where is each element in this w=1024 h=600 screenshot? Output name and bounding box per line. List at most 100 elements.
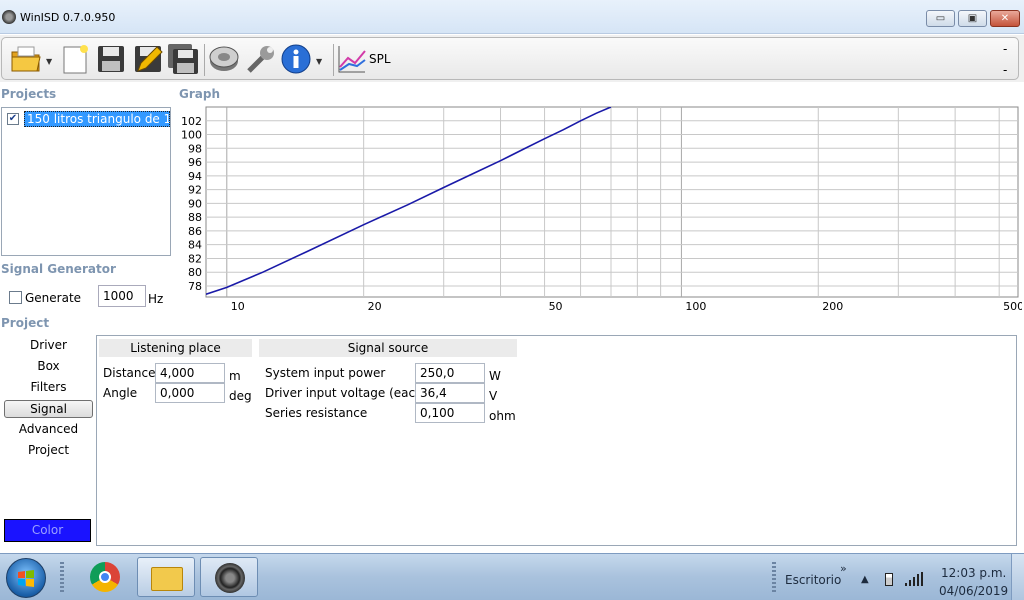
spl-graph-icon[interactable] bbox=[336, 43, 368, 75]
window-title: WinISD 0.7.0.950 bbox=[20, 11, 116, 24]
driver-icon[interactable] bbox=[208, 43, 240, 75]
taskbar: Escritorio » ▲ 12:03 p.m. 04/06/2019 bbox=[0, 553, 1024, 600]
close-button[interactable]: ✕ bbox=[990, 10, 1020, 27]
nav-box[interactable]: Box bbox=[4, 358, 93, 376]
open-dropdown-arrow-icon[interactable]: ▼ bbox=[46, 57, 52, 66]
generate-checkbox[interactable] bbox=[9, 291, 22, 304]
chrome-icon bbox=[90, 562, 120, 592]
power-input[interactable]: 250,0 bbox=[415, 363, 485, 383]
battery-icon[interactable] bbox=[885, 573, 893, 586]
angle-input[interactable]: 0,000 bbox=[155, 383, 225, 403]
clock-time[interactable]: 12:03 p.m. bbox=[941, 566, 1006, 580]
y-tick-label: 96 bbox=[188, 156, 202, 169]
y-tick-label: 102 bbox=[181, 115, 202, 128]
folder-icon bbox=[151, 567, 183, 591]
generate-label: Generate bbox=[25, 291, 82, 305]
signal-generator-heading: Signal Generator bbox=[1, 262, 116, 276]
y-tick-label: 90 bbox=[188, 197, 202, 210]
start-button[interactable] bbox=[6, 558, 46, 598]
show-hidden-icons-icon[interactable]: ▲ bbox=[861, 574, 869, 585]
angle-unit: deg bbox=[229, 389, 252, 403]
distance-input[interactable]: 4,000 bbox=[155, 363, 225, 383]
resistance-unit: ohm bbox=[489, 409, 516, 423]
graph-heading: Graph bbox=[179, 87, 220, 101]
app-icon bbox=[2, 10, 16, 24]
signal-source-heading: Signal source bbox=[259, 339, 517, 357]
angle-label: Angle bbox=[103, 386, 138, 400]
signal-panel: Listening place Distance 4,000 m Angle 0… bbox=[96, 335, 1017, 546]
frequency-input[interactable] bbox=[98, 285, 146, 307]
show-desktop-button[interactable] bbox=[1011, 554, 1024, 600]
x-tick-label: 10 bbox=[231, 300, 245, 313]
network-signal-icon[interactable] bbox=[905, 572, 923, 586]
toolbar-menu-dash[interactable]: - bbox=[1003, 42, 1007, 56]
title-bar: WinISD 0.7.0.950 ▭ ▣ ✕ bbox=[0, 0, 1024, 34]
minimize-button[interactable]: ▭ bbox=[926, 10, 955, 27]
x-tick-label: 20 bbox=[368, 300, 382, 313]
voltage-label: Driver input voltage (each) bbox=[265, 386, 428, 400]
nav-signal[interactable]: Signal bbox=[4, 400, 93, 418]
y-tick-label: 78 bbox=[188, 280, 202, 293]
taskbar-explorer[interactable] bbox=[137, 557, 195, 597]
project-checkbox[interactable]: ✔ bbox=[7, 113, 19, 125]
y-tick-label: 84 bbox=[188, 239, 202, 252]
projects-list[interactable]: ✔ 150 litros triangulo de 120 c bbox=[1, 107, 171, 256]
chevron-icon[interactable]: » bbox=[840, 562, 847, 575]
projects-heading: Projects bbox=[1, 87, 57, 101]
nav-driver[interactable]: Driver bbox=[4, 337, 93, 355]
y-tick-label: 80 bbox=[188, 266, 202, 279]
new-document-icon[interactable] bbox=[59, 43, 91, 75]
clock-date[interactable]: 04/06/2019 bbox=[939, 584, 1008, 598]
toolbar-panel: ▼ ▼ SPL - - bbox=[1, 37, 1019, 80]
toolbar-menu-dash[interactable]: - bbox=[1003, 63, 1007, 77]
x-tick-label: 50 bbox=[549, 300, 563, 313]
taskbar-winisd[interactable] bbox=[200, 557, 258, 597]
tools-icon[interactable] bbox=[245, 43, 277, 75]
power-unit: W bbox=[489, 369, 501, 383]
x-tick-label: 200 bbox=[822, 300, 843, 313]
y-tick-label: 98 bbox=[188, 142, 202, 155]
listening-place-heading: Listening place bbox=[99, 339, 252, 357]
voltage-input[interactable]: 36,4 bbox=[415, 383, 485, 403]
y-tick-label: 94 bbox=[188, 170, 202, 183]
save-icon[interactable] bbox=[95, 43, 127, 75]
plot-area bbox=[205, 106, 1019, 298]
nav-filters[interactable]: Filters bbox=[4, 379, 93, 397]
windows-logo-icon bbox=[18, 570, 34, 587]
x-tick-label: 100 bbox=[685, 300, 706, 313]
distance-label: Distance bbox=[103, 366, 156, 380]
edit-icon[interactable] bbox=[132, 43, 164, 75]
taskbar-chrome[interactable] bbox=[76, 557, 134, 597]
voltage-unit: V bbox=[489, 389, 498, 403]
save-all-icon[interactable] bbox=[167, 43, 199, 75]
toolbar-separator bbox=[333, 44, 334, 76]
y-tick-label: 82 bbox=[188, 252, 202, 265]
frequency-unit: Hz bbox=[148, 292, 164, 306]
resistance-label: Series resistance bbox=[265, 406, 368, 420]
y-tick-label: 88 bbox=[188, 211, 202, 224]
taskbar-grip[interactable] bbox=[60, 562, 64, 594]
nav-project[interactable]: Project bbox=[4, 442, 93, 460]
y-tick-label: 92 bbox=[188, 184, 202, 197]
spl-button-label[interactable]: SPL bbox=[369, 52, 391, 66]
color-button[interactable]: Color bbox=[4, 519, 91, 542]
toolbar: ▼ ▼ SPL - - bbox=[0, 35, 1024, 82]
project-item[interactable]: 150 litros triangulo de 120 c bbox=[24, 111, 170, 127]
maximize-button[interactable]: ▣ bbox=[958, 10, 987, 27]
x-tick-label: 500 bbox=[1003, 300, 1022, 313]
y-tick-label: 100 bbox=[181, 129, 202, 142]
distance-unit: m bbox=[229, 369, 241, 383]
nav-advanced[interactable]: Advanced bbox=[4, 421, 93, 439]
spl-chart[interactable]: 10 20 50 100 200 5007880828486889092949698100… bbox=[176, 102, 1022, 314]
power-label: System input power bbox=[265, 366, 386, 380]
speaker-icon bbox=[215, 563, 245, 593]
resistance-input[interactable]: 0,100 bbox=[415, 403, 485, 423]
toolbar-separator bbox=[204, 44, 205, 76]
info-icon[interactable] bbox=[280, 43, 312, 75]
y-tick-label: 86 bbox=[188, 225, 202, 238]
desktop-toolbar-label[interactable]: Escritorio bbox=[785, 573, 841, 587]
tray-grip[interactable] bbox=[772, 562, 776, 594]
open-folder-icon[interactable] bbox=[10, 43, 42, 75]
info-dropdown-arrow-icon[interactable]: ▼ bbox=[316, 57, 322, 66]
project-heading: Project bbox=[1, 316, 50, 330]
